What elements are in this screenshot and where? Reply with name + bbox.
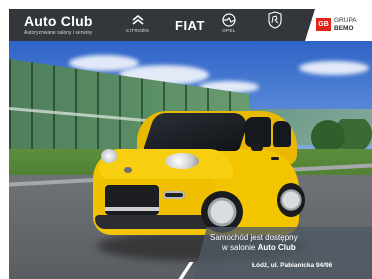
header-bar: Auto Club Autoryzowane salony i serwisy …	[9, 9, 372, 41]
dealer-name: Auto Club	[24, 13, 93, 29]
brand-opel: OPEL	[221, 12, 237, 34]
car-door-handle	[271, 157, 279, 160]
group-line1: GRUPA	[334, 17, 357, 24]
car-headlamp	[101, 149, 117, 163]
car-lower-bumper	[95, 215, 215, 229]
car-trim	[105, 207, 159, 211]
opel-label: OPEL	[222, 28, 236, 33]
group-name: GRUPA BEMO	[334, 17, 357, 32]
car-mirror	[251, 143, 263, 151]
car-windshield	[142, 113, 252, 151]
brand-citroen: CITROËN	[126, 12, 149, 34]
promo-availability: Samochód jest dostępny	[210, 233, 298, 242]
promo-address: Łódź, ul. Pabianicka 94/96	[252, 262, 333, 269]
opel-logo-icon	[221, 12, 237, 28]
brand-peugeot	[267, 11, 283, 29]
car-rear-window	[273, 121, 291, 147]
group-badge-icon: GB	[316, 18, 331, 31]
car-rear-wheel	[277, 183, 305, 217]
peugeot-logo-icon	[267, 11, 283, 29]
promo-dealer-name: Auto Club	[257, 243, 296, 252]
group-logo: GB GRUPA BEMO	[305, 9, 372, 41]
car-badge	[124, 167, 132, 173]
group-line2: BEMO	[334, 24, 354, 32]
promo-location: w salonie Auto Club	[222, 243, 296, 253]
car-headlamp	[165, 153, 199, 169]
citroen-logo-icon	[130, 12, 146, 28]
ad-banner: Auto Club Autoryzowane salony i serwisy …	[0, 0, 372, 279]
citroen-label: CITROËN	[126, 28, 150, 33]
dealer-brand: Auto Club Autoryzowane salony i serwisy	[24, 13, 93, 37]
car-front-wheel	[201, 191, 243, 233]
fiat-logo-icon: FIAT	[175, 18, 205, 33]
promo-location-prefix: w salonie	[222, 243, 258, 252]
car-foglamp	[163, 191, 185, 199]
dealer-tagline: Autoryzowane salony i serwisy	[24, 30, 93, 36]
